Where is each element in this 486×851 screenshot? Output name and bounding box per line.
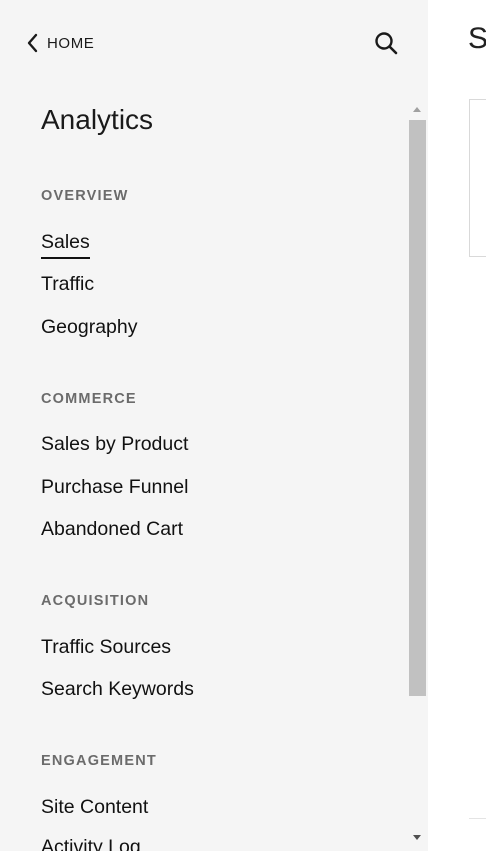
- nav-item-traffic[interactable]: Traffic: [41, 273, 94, 296]
- home-back-link[interactable]: HOME: [24, 30, 94, 56]
- nav-item-purchase-funnel[interactable]: Purchase Funnel: [41, 476, 188, 499]
- sidebar-panel: HOME Analytics OVERVIEW Sales Traffic Ge…: [0, 0, 428, 851]
- page-title: Analytics: [41, 104, 154, 135]
- nav-item-search-keywords[interactable]: Search Keywords: [41, 678, 194, 701]
- search-button[interactable]: [373, 30, 399, 56]
- nav-item-geography[interactable]: Geography: [41, 316, 137, 339]
- content-heading: S: [468, 22, 486, 55]
- section-title-commerce: COMMERCE: [41, 391, 137, 407]
- scroll-down-arrow-icon[interactable]: [410, 832, 424, 844]
- nav-item-sales-by-product[interactable]: Sales by Product: [41, 433, 188, 456]
- nav-item-abandoned-cart[interactable]: Abandoned Cart: [41, 518, 183, 541]
- content-divider: [469, 818, 486, 819]
- section-title-overview: OVERVIEW: [41, 188, 129, 204]
- nav-item-activity-log[interactable]: Activity Log: [41, 836, 141, 851]
- nav-item-traffic-sources[interactable]: Traffic Sources: [41, 636, 171, 659]
- sidebar-topbar: HOME: [0, 0, 428, 84]
- scroll-up-arrow-icon[interactable]: [410, 103, 424, 115]
- chevron-left-icon: [27, 33, 38, 53]
- content-card: [469, 99, 486, 257]
- nav-item-sales[interactable]: Sales: [41, 231, 90, 259]
- sidebar-nav[interactable]: Analytics OVERVIEW Sales Traffic Geograp…: [0, 84, 406, 851]
- main-content: S: [428, 0, 486, 851]
- nav-item-site-content[interactable]: Site Content: [41, 796, 148, 819]
- search-icon: [375, 32, 398, 55]
- section-title-engagement: ENGAGEMENT: [41, 753, 157, 769]
- section-title-acquisition: ACQUISITION: [41, 593, 150, 609]
- scrollbar-thumb[interactable]: [409, 120, 426, 696]
- home-label: HOME: [47, 34, 95, 52]
